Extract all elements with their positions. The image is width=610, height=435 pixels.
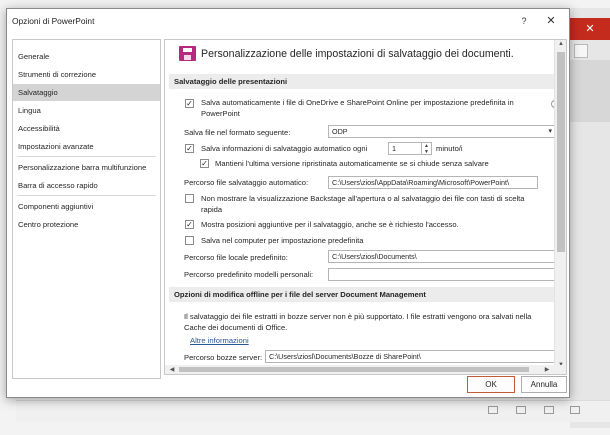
save-to-computer-label: Salva nel computer per impostazione pred…	[201, 236, 364, 245]
chevron-down-icon: ▾	[548, 128, 552, 135]
page-title: Personalizzazione delle impostazioni di …	[201, 48, 514, 60]
nav-item-salvataggio[interactable]: Salvataggio	[13, 84, 160, 101]
nav-item-lingua[interactable]: Lingua	[13, 102, 160, 119]
show-places-checkbox[interactable]: ✓	[185, 220, 194, 229]
keep-last-version-checkbox[interactable]: ✓	[200, 159, 209, 168]
no-backstage-label-cont: rapida	[201, 205, 223, 214]
show-places-label: Mostra posizioni aggiuntive per il salva…	[201, 220, 459, 229]
help-button[interactable]: ?	[517, 14, 531, 28]
scroll-right-icon[interactable]: ▶	[541, 366, 553, 373]
autorecover-path-input[interactable]: C:\Users\ziosl\AppData\Roaming\Microsoft…	[328, 176, 538, 189]
reading-view-icon[interactable]	[544, 406, 554, 414]
ok-button[interactable]: OK	[467, 376, 515, 393]
drafts-path-input[interactable]: C:\Users\ziosl\Documents\Bozze di ShareP…	[265, 350, 556, 363]
scroll-up-icon[interactable]: ▲	[555, 41, 566, 47]
nav-item-barra-accesso-rapido[interactable]: Barra di accesso rapido	[13, 177, 160, 194]
background-close-button[interactable]: ✕	[570, 18, 610, 40]
format-select[interactable]: ODP ▾	[328, 125, 556, 138]
no-backstage-label: Non mostrare la visualizzazione Backstag…	[201, 194, 525, 203]
autorecover-label: Salva informazioni di salvataggio automa…	[201, 144, 368, 153]
close-button[interactable]: ✕	[543, 13, 559, 29]
nav-item-personalizzazione-barra[interactable]: Personalizzazione barra multifunzione	[13, 159, 160, 176]
section-header-offline: Opzioni di modifica offline per i file d…	[169, 287, 554, 302]
autosave-onedrive-label: Salva automaticamente i file di OneDrive…	[201, 98, 514, 107]
keep-last-version-label: Mantieni l'ultima versione ripristinata …	[215, 159, 489, 168]
vertical-scrollbar[interactable]: ▲ ▼	[554, 40, 566, 372]
background-panel	[570, 60, 610, 122]
horizontal-scroll-thumb[interactable]	[179, 367, 529, 372]
templates-path-input[interactable]	[328, 268, 556, 281]
autosave-onedrive-checkbox[interactable]: ✓	[185, 99, 194, 108]
offline-info-text-cont: Cache dei documenti di Office.	[184, 323, 288, 332]
more-info-link[interactable]: Altre informazioni	[190, 336, 249, 345]
drafts-path-label: Percorso bozze server:	[184, 353, 263, 362]
nav-item-generale[interactable]: Generale	[13, 48, 160, 65]
background-comment-icon	[574, 44, 588, 58]
default-local-path-input[interactable]: C:\Users\ziosl\Documents\	[328, 250, 556, 263]
normal-view-icon[interactable]	[488, 406, 498, 414]
slide-sorter-icon[interactable]	[516, 406, 526, 414]
nav-divider	[17, 195, 156, 196]
presenter-view-icon[interactable]	[570, 406, 580, 414]
scroll-left-icon[interactable]: ◀	[166, 366, 178, 373]
nav-divider	[17, 156, 156, 157]
minutes-unit-label: minuto/i	[436, 144, 463, 153]
horizontal-scrollbar[interactable]: ◀ ▶	[164, 365, 567, 375]
format-label: Salva file nel formato seguente:	[184, 128, 291, 137]
minutes-spinner[interactable]: ▲ ▼	[422, 142, 432, 155]
nav-item-centro-protezione[interactable]: Centro protezione	[13, 216, 160, 233]
nav-item-accessibilita[interactable]: Accessibilità	[13, 120, 160, 137]
autorecover-checkbox[interactable]: ✓	[185, 144, 194, 153]
autosave-onedrive-label-cont: PowerPoint	[201, 109, 240, 118]
section-header-salvataggio: Salvataggio delle presentazioni	[169, 74, 554, 89]
default-local-path-label: Percorso file locale predefinito:	[184, 253, 288, 262]
no-backstage-checkbox[interactable]	[185, 194, 194, 203]
dialog-title: Opzioni di PowerPoint	[12, 16, 95, 26]
nav-item-impostazioni-avanzate[interactable]: Impostazioni avanzate	[13, 138, 160, 155]
autorecover-minutes-input[interactable]: 1	[388, 142, 422, 155]
nav-item-componenti-aggiuntivi[interactable]: Componenti aggiuntivi	[13, 198, 160, 215]
nav-item-strumenti-correzione[interactable]: Strumenti di correzione	[13, 66, 160, 83]
scroll-thumb[interactable]	[557, 52, 565, 252]
options-dialog: Opzioni di PowerPoint ? ✕ Generale Strum…	[6, 8, 570, 398]
templates-path-label: Percorso predefinito modelli personali:	[184, 270, 314, 279]
autorecover-path-label: Percorso file salvataggio automatico:	[184, 178, 309, 187]
save-disk-icon	[179, 46, 196, 61]
cancel-button[interactable]: Annulla	[521, 376, 567, 393]
offline-info-text: Il salvataggio dei file estratti in bozz…	[184, 312, 532, 321]
format-select-value: ODP	[332, 127, 348, 136]
options-content: Personalizzazione delle impostazioni di …	[164, 39, 567, 373]
options-nav: Generale Strumenti di correzione Salvata…	[12, 39, 161, 379]
dialog-titlebar: Opzioni di PowerPoint ? ✕	[7, 9, 569, 33]
save-to-computer-checkbox[interactable]	[185, 236, 194, 245]
